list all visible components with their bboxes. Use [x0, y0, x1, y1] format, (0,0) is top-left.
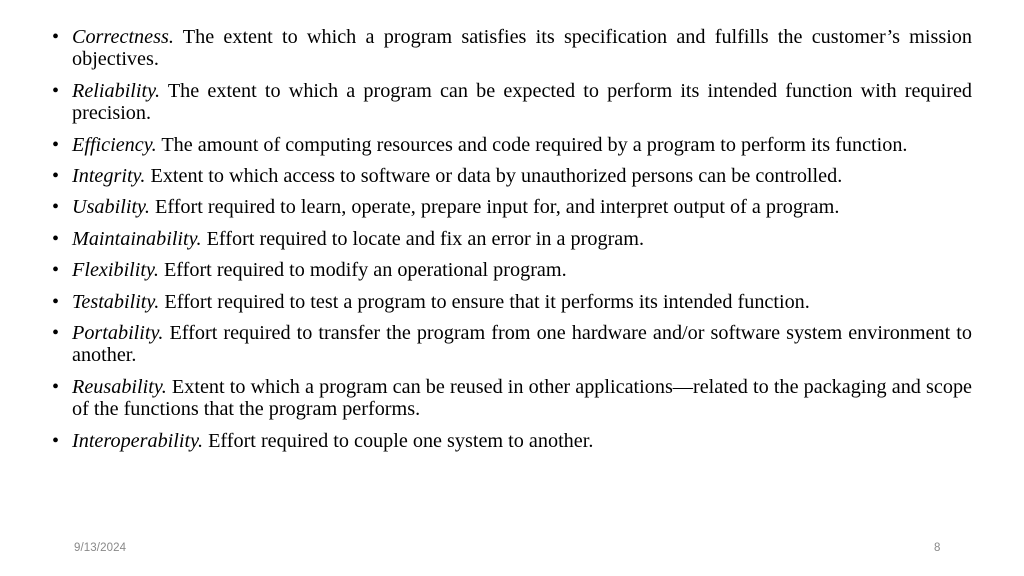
bullet-item: • Efficiency. The amount of computing res… [52, 134, 972, 156]
quality-factor-term: Portability. [72, 322, 164, 345]
bullet-item: • Usability. Effort required to learn, op… [52, 196, 972, 218]
quality-factor-term: Flexibility. [72, 259, 159, 282]
quality-factor-description: Extent to which a program can be reused … [72, 375, 973, 421]
quality-factor-term: Reusability. [72, 375, 167, 398]
bullet-item: • Testability. Effort required to test a … [52, 291, 972, 313]
quality-factor-description: Effort required to locate and fix an err… [206, 227, 644, 250]
bullet-point-icon: • [52, 133, 60, 156]
quality-factor-term: Correctness. [72, 26, 174, 48]
quality-factor-description: Effort required to test a program to ens… [164, 290, 810, 313]
quality-factor-description: The extent to which a program satisfies … [72, 26, 972, 71]
bullet-point-icon: • [52, 429, 60, 452]
quality-factor-term: Maintainability. [72, 227, 202, 250]
slide-canvas: • Correctness. The extent to which a prog… [0, 0, 1024, 576]
quality-factor-description: The amount of computing resources and co… [161, 133, 908, 156]
quality-factor-term: Testability. [72, 290, 160, 313]
bullet-list: • Correctness. The extent to which a prog… [52, 26, 972, 461]
bullet-point-icon: • [52, 26, 60, 48]
footer-page-number: 8 [934, 542, 941, 554]
bullet-point-icon: • [52, 259, 60, 282]
quality-factor-description: Effort required to couple one system to … [208, 429, 594, 452]
bullet-point-icon: • [52, 375, 60, 398]
bullet-item: • Correctness. The extent to which a prog… [52, 26, 972, 71]
bullet-text: Usability. Effort required to learn, ope… [72, 196, 972, 218]
bullet-item: • Integrity. Extent to which access to so… [52, 165, 972, 187]
bullet-text: Maintainability. Effort required to loca… [72, 228, 972, 250]
quality-factor-description: Extent to which access to software or da… [150, 165, 843, 188]
bullet-item: • Reusability. Extent to which a program … [52, 376, 972, 421]
bullet-text: Efficiency. The amount of computing reso… [72, 134, 972, 156]
bullet-text: Portability. Effort required to transfer… [72, 322, 972, 367]
quality-factor-term: Efficiency. [72, 133, 157, 156]
bullet-text: Reliability. The extent to which a progr… [72, 80, 972, 125]
bullet-point-icon: • [52, 322, 60, 345]
bullet-text: Interoperability. Effort required to cou… [72, 430, 972, 452]
bullet-text: Correctness. The extent to which a progr… [72, 26, 972, 71]
bullet-point-icon: • [52, 165, 60, 188]
quality-factor-term: Interoperability. [72, 429, 204, 452]
bullet-point-icon: • [52, 79, 60, 102]
bullet-text: Flexibility. Effort required to modify a… [72, 259, 972, 281]
quality-factor-term: Reliability. [72, 79, 161, 102]
bullet-text: Integrity. Extent to which access to sof… [72, 165, 972, 187]
quality-factor-description: Effort required to learn, operate, prepa… [155, 196, 840, 219]
bullet-item: • Interoperability. Effort required to co… [52, 430, 972, 452]
bullet-point-icon: • [52, 196, 60, 219]
quality-factor-description: Effort required to modify an operational… [163, 259, 567, 282]
bullet-item: • Flexibility. Effort required to modify … [52, 259, 972, 281]
quality-factor-description: Effort required to transfer the program … [72, 322, 972, 367]
bullet-text: Testability. Effort required to test a p… [72, 291, 972, 313]
footer-date: 9/13/2024 [74, 542, 127, 554]
bullet-item: • Portability. Effort required to transfe… [52, 322, 972, 367]
bullet-item: • Reliability. The extent to which a prog… [52, 80, 972, 125]
quality-factor-term: Integrity. [72, 165, 146, 188]
bullet-item: • Maintainability. Effort required to loc… [52, 228, 972, 250]
quality-factor-term: Usability. [72, 196, 150, 219]
quality-factor-description: The extent to which a program can be exp… [72, 79, 973, 125]
bullet-point-icon: • [52, 290, 60, 313]
bullet-text: Reusability. Extent to which a program c… [72, 376, 972, 421]
bullet-point-icon: • [52, 227, 60, 250]
